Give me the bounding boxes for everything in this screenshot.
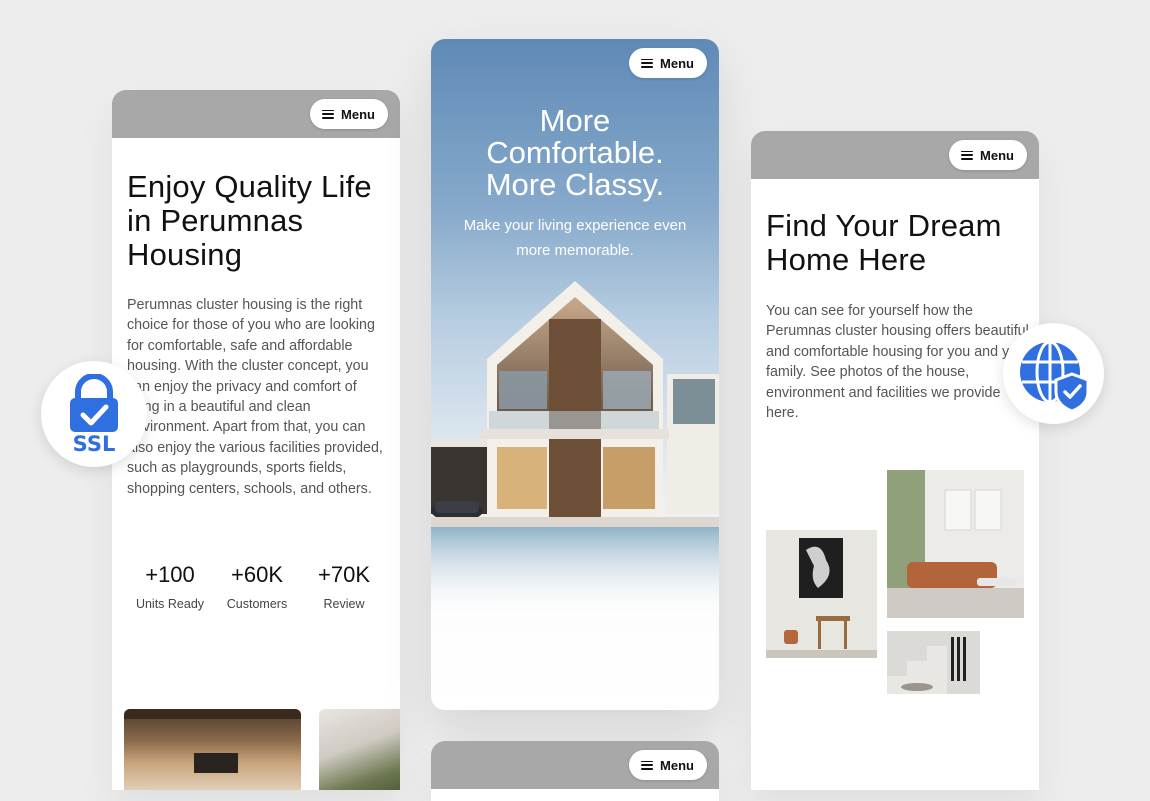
gallery-photo-livingroom[interactable] bbox=[887, 470, 1024, 618]
hero-subtitle: Make your living experience even more me… bbox=[463, 217, 687, 259]
hero-title: More Comfortable. More Classy. bbox=[431, 105, 719, 201]
header-bar: Menu bbox=[751, 131, 1039, 179]
stat-label: Review bbox=[323, 597, 365, 611]
right-phone-screen: Menu Find Your Dream Home Here You can s… bbox=[751, 131, 1039, 790]
header-bar: Menu bbox=[431, 741, 719, 789]
menu-label: Menu bbox=[660, 757, 694, 773]
bottom-phone-screen: Menu bbox=[431, 741, 719, 801]
house-illustration bbox=[431, 281, 719, 609]
center-phone-screen: More Comfortable. More Classy. Make your… bbox=[431, 39, 719, 710]
ssl-text: SSL bbox=[73, 432, 116, 454]
intro-text: You can see for yourself how the Perumna… bbox=[766, 303, 1030, 422]
globe-shield-icon bbox=[1019, 340, 1089, 413]
hero-title-line: Comfortable. bbox=[486, 135, 664, 170]
left-phone-screen: Menu Enjoy Quality Life in Perumnas Hous… bbox=[112, 90, 400, 790]
menu-label: Menu bbox=[660, 55, 694, 71]
hamburger-icon bbox=[961, 150, 974, 160]
hamburger-icon bbox=[641, 760, 654, 770]
globe-badge bbox=[1003, 323, 1104, 424]
stat-value: +70K bbox=[318, 562, 370, 587]
page-title: Find Your Dream Home Here bbox=[766, 208, 1002, 277]
menu-button[interactable]: Menu bbox=[629, 48, 707, 78]
interior-photo[interactable] bbox=[124, 709, 301, 790]
hamburger-icon bbox=[641, 58, 654, 68]
stat-value: +100 bbox=[145, 562, 195, 587]
menu-label: Menu bbox=[341, 106, 375, 122]
header-bar: Menu bbox=[112, 90, 400, 138]
hero-section: More Comfortable. More Classy. Make your… bbox=[431, 39, 719, 710]
stat-value: +60K bbox=[231, 562, 283, 587]
menu-button[interactable]: Menu bbox=[629, 750, 707, 780]
stat-units: +100 Units Ready bbox=[127, 562, 213, 611]
menu-label: Menu bbox=[980, 147, 1014, 163]
stat-label: Units Ready bbox=[135, 597, 205, 611]
stat-customers: +60K Customers bbox=[214, 562, 300, 611]
stat-review: +70K Review bbox=[301, 562, 387, 611]
intro-text: Perumnas cluster housing is the right ch… bbox=[127, 297, 383, 497]
gallery-photo-artwork[interactable] bbox=[766, 530, 877, 658]
hero-title-line: More Classy. bbox=[485, 167, 665, 202]
stats-row: +100 Units Ready +60K Customers +70K Rev… bbox=[127, 562, 387, 611]
menu-button[interactable]: Menu bbox=[310, 99, 388, 129]
gallery-photo-stairs[interactable] bbox=[887, 631, 980, 694]
hamburger-icon bbox=[322, 109, 335, 119]
hero-title-line: More bbox=[539, 103, 611, 138]
stat-label: Customers bbox=[226, 597, 288, 611]
menu-button[interactable]: Menu bbox=[949, 140, 1027, 170]
exterior-photo[interactable] bbox=[319, 709, 400, 790]
page-title: Enjoy Quality Life in Perumnas Housing bbox=[127, 169, 372, 272]
lock-check-icon: SSL bbox=[70, 374, 118, 454]
ssl-badge: SSL bbox=[41, 361, 147, 467]
